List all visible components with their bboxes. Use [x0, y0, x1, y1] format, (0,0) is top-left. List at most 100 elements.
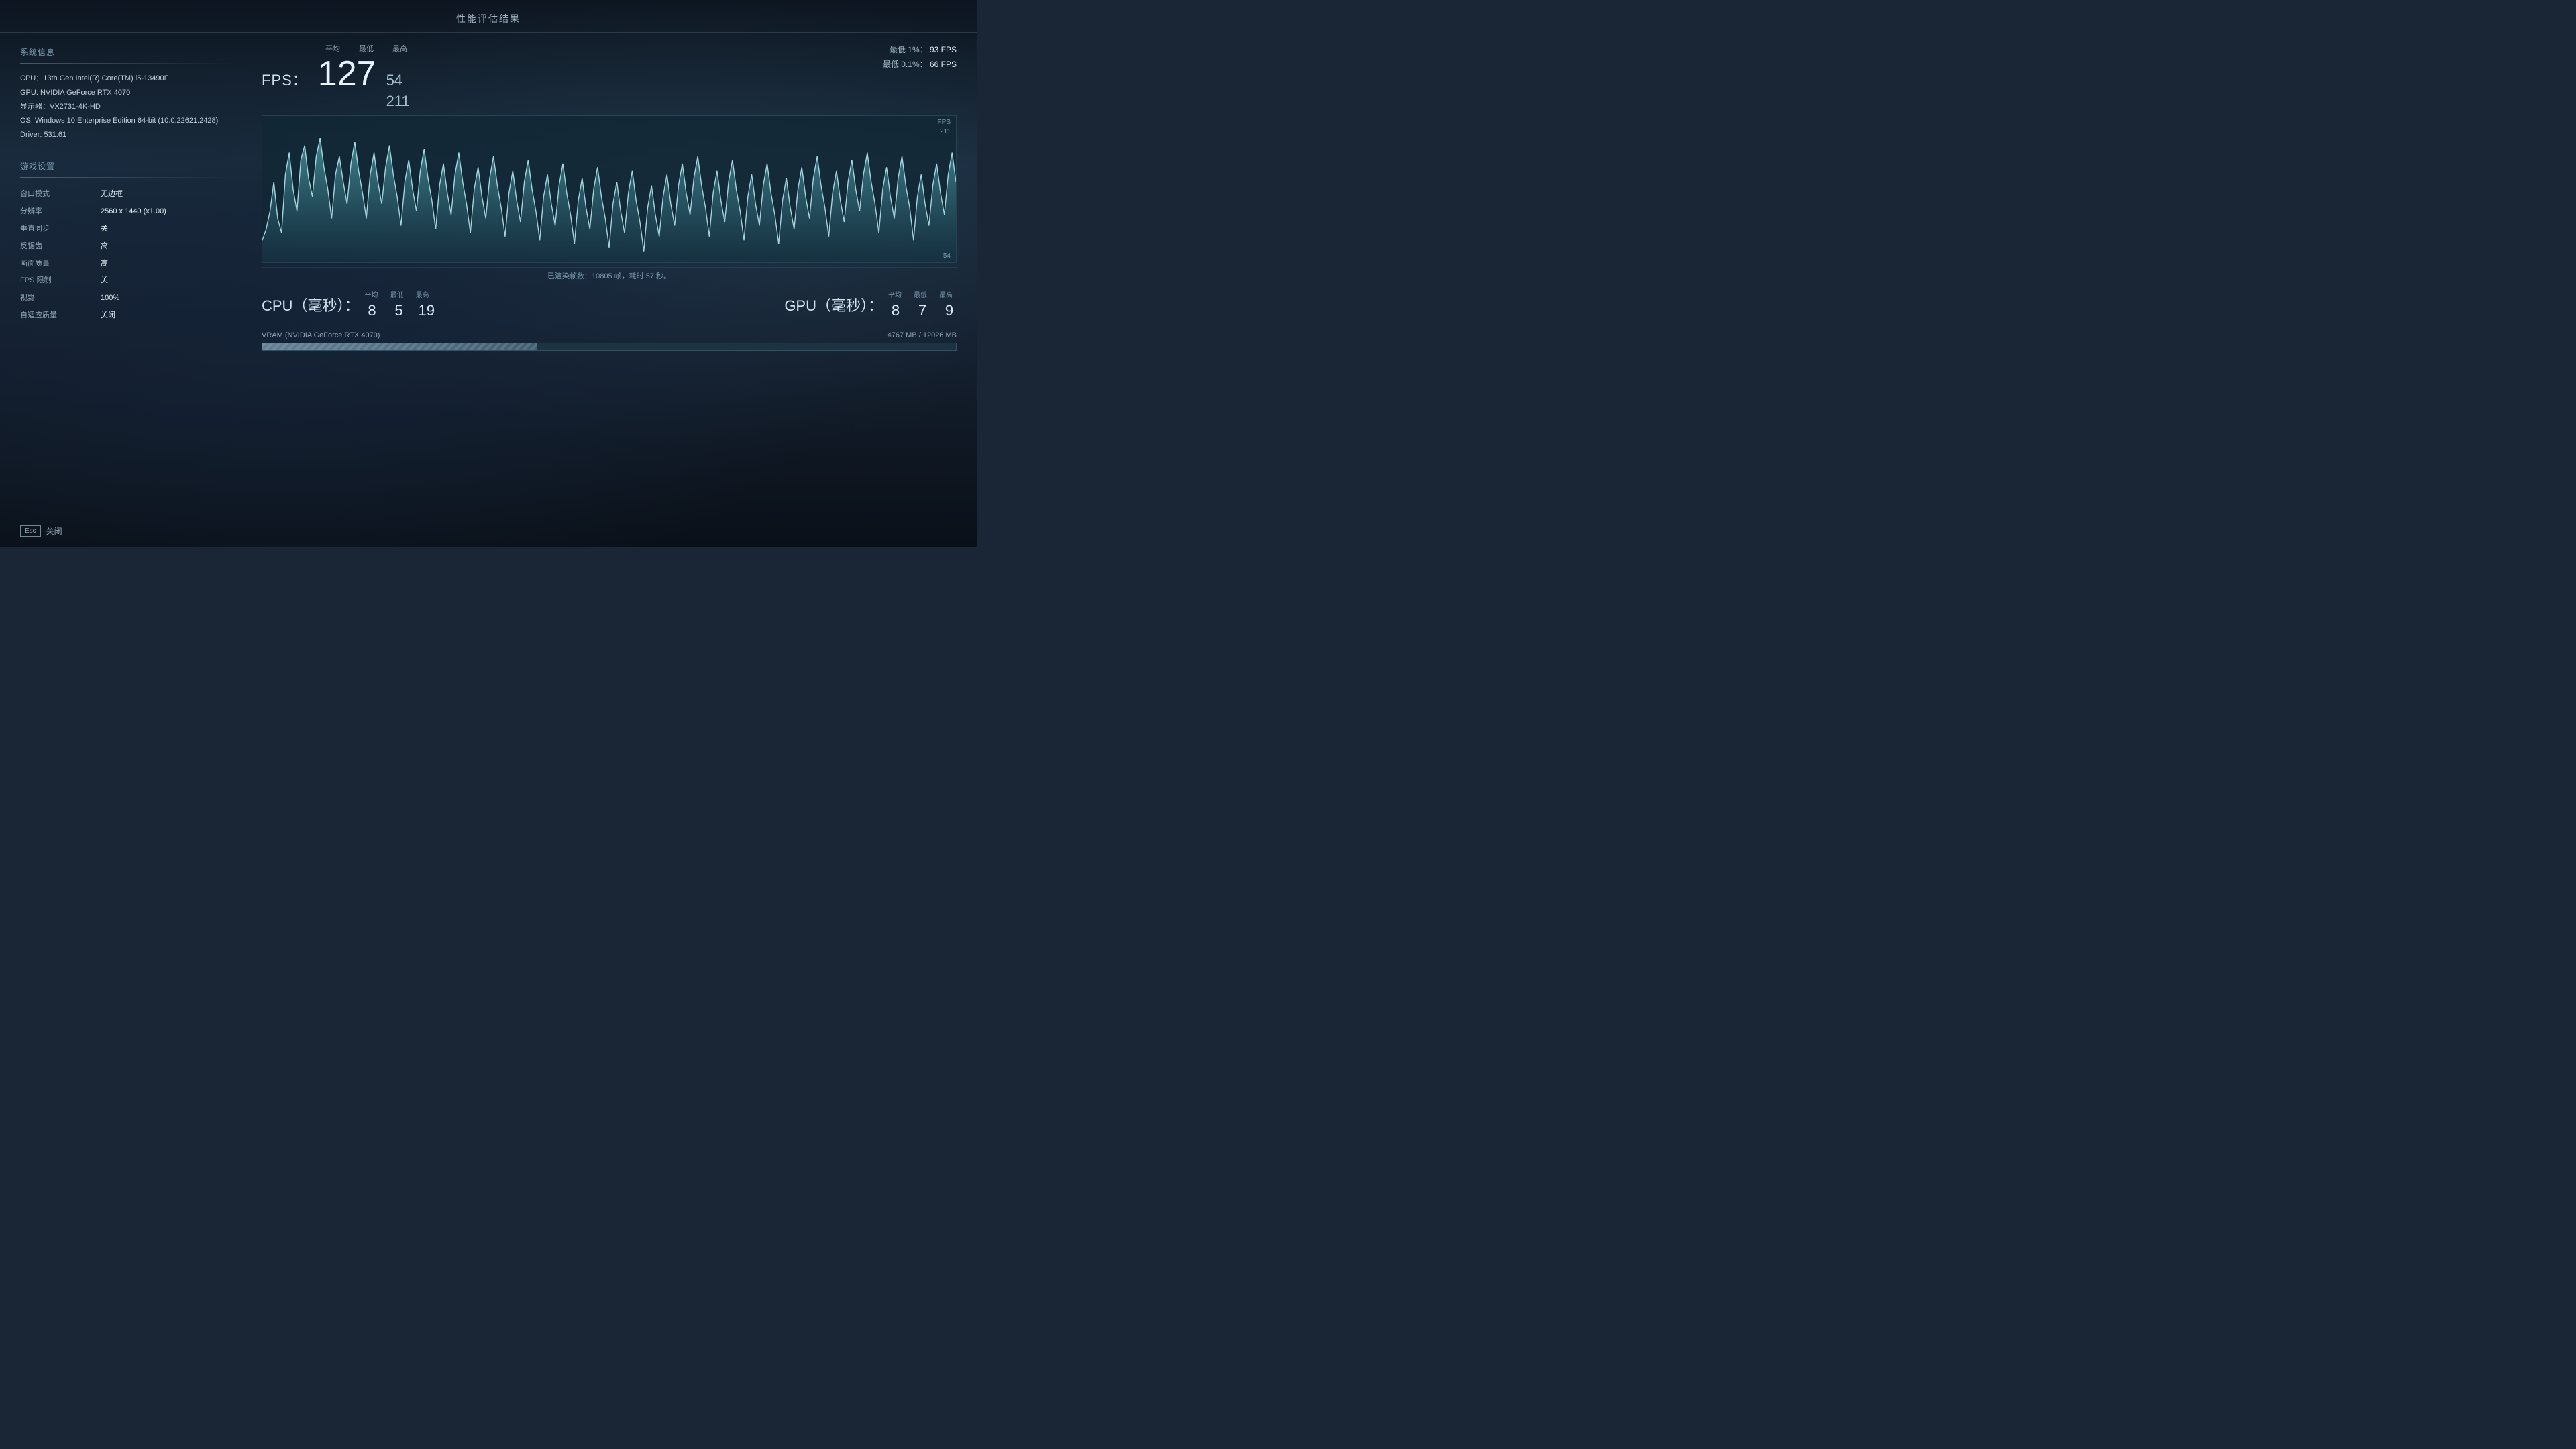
vram-label: VRAM (NVIDIA GeForce RTX 4070) — [262, 331, 380, 339]
cpu-header-row: 平均 最低 最高 — [364, 289, 434, 299]
fps-chart-svg — [262, 116, 956, 262]
cpu-max-val: 19 — [418, 302, 434, 319]
fps-avg-label: 平均 — [325, 43, 340, 54]
vram-total: 12026 MB — [923, 331, 957, 339]
cpu-stat-values: 平均 最低 最高 8 5 19 — [364, 289, 434, 319]
settings-row: 反锯齿高 — [20, 238, 235, 256]
gpu-avg-val: 8 — [888, 302, 903, 319]
gpu-max-label: 最高 — [939, 289, 953, 299]
settings-value: 高 — [101, 238, 235, 256]
settings-label: 画面质量 — [20, 256, 101, 273]
game-settings-section: 游戏设置 窗口模式无边框分辨率2560 x 1440 (x1.00)垂直同步关反… — [20, 160, 235, 324]
fps-main-group: 平均 最低 最高 FPS： 127 54 211 — [262, 43, 410, 110]
percentile-01-val: 66 FPS — [930, 60, 957, 69]
fps-stats-row: 平均 最低 最高 FPS： 127 54 211 — [262, 43, 957, 110]
cpu-avg-val: 8 — [364, 302, 379, 319]
system-info-title: 系统信息 — [20, 46, 235, 58]
settings-value: 高 — [101, 256, 235, 273]
settings-value: 关 — [101, 221, 235, 238]
main-layout: 系统信息 CPU：13th Gen Intel(R) Core(TM) i5-1… — [0, 33, 977, 547]
cpu-min-label: 最低 — [390, 289, 403, 299]
chart-fps-label: FPS — [938, 119, 951, 126]
gpu-vals-row: 8 7 9 — [888, 302, 957, 319]
gpu-min-label: 最低 — [914, 289, 927, 299]
settings-label: 分辨率 — [20, 203, 101, 221]
settings-table: 窗口模式无边框分辨率2560 x 1440 (x1.00)垂直同步关反锯齿高画面… — [20, 186, 235, 324]
gpu-header-row: 平均 最低 最高 — [888, 289, 957, 299]
divider-2 — [20, 177, 235, 178]
vram-bar — [262, 343, 957, 351]
right-panel: 平均 最低 最高 FPS： 127 54 211 — [255, 33, 977, 547]
cpu-stat-label: CPU（毫秒）： — [262, 294, 359, 315]
settings-label: 垂直同步 — [20, 221, 101, 238]
settings-row: 画面质量高 — [20, 256, 235, 273]
cpu-avg-label: 平均 — [364, 289, 378, 299]
vram-used: 4767 MB — [888, 331, 917, 339]
display-info: 显示器：VX2731-4K-HD — [20, 100, 235, 114]
settings-row: FPS 限制关 — [20, 272, 235, 290]
vram-values: 4767 MB / 12026 MB — [888, 331, 957, 339]
fps-max-label: 最高 — [392, 43, 407, 54]
fps-label: FPS： — [262, 68, 308, 90]
gpu-stat-label: GPU（毫秒）： — [784, 294, 883, 315]
fps-label-row: 平均 最低 最高 — [262, 43, 410, 54]
close-label: 关闭 — [46, 525, 62, 537]
settings-label: 反锯齿 — [20, 238, 101, 256]
percentile-1-label: 最低 1%： — [890, 45, 928, 54]
cpu-stat-group: CPU（毫秒）： 平均 最低 最高 8 5 19 — [262, 289, 435, 319]
cpu-info: CPU：13th Gen Intel(R) Core(TM) i5-13490F — [20, 72, 235, 86]
game-settings-title: 游戏设置 — [20, 160, 235, 172]
gpu-info: GPU: NVIDIA GeForce RTX 4070 — [20, 86, 235, 100]
percentile-01-line: 最低 0.1%： 66 FPS — [883, 58, 957, 72]
fps-percentile: 最低 1%： 93 FPS 最低 0.1%： 66 FPS — [883, 43, 957, 72]
chart-max-val: 211 — [940, 128, 951, 136]
fps-min-label: 最低 — [359, 43, 374, 54]
settings-row: 窗口模式无边框 — [20, 186, 235, 203]
settings-value: 100% — [101, 290, 235, 307]
settings-label: 自适应质量 — [20, 307, 101, 325]
settings-label: 窗口模式 — [20, 186, 101, 203]
fps-max-value: 211 — [386, 93, 410, 110]
gpu-max-val: 9 — [942, 302, 957, 319]
percentile-1-val: 93 FPS — [930, 45, 957, 54]
gpu-min-val: 7 — [915, 302, 930, 319]
chart-min-val: 54 — [943, 252, 951, 260]
esc-label: Esc — [25, 527, 36, 535]
vram-header: VRAM (NVIDIA GeForce RTX 4070) 4767 MB /… — [262, 331, 957, 339]
settings-label: 视野 — [20, 290, 101, 307]
vram-bar-fill — [262, 343, 537, 350]
settings-row: 垂直同步关 — [20, 221, 235, 238]
fps-min-max: 54 211 — [386, 72, 410, 110]
settings-row: 自适应质量关闭 — [20, 307, 235, 325]
driver-info: Driver: 531.61 — [20, 128, 235, 142]
bottom-stats: CPU（毫秒）： 平均 最低 最高 8 5 19 — [262, 284, 957, 325]
percentile-1-line: 最低 1%： 93 FPS — [883, 43, 957, 58]
settings-label: FPS 限制 — [20, 272, 101, 290]
gpu-stat-values: 平均 最低 最高 8 7 9 — [888, 289, 957, 319]
main-content: 性能评估结果 系统信息 CPU：13th Gen Intel(R) Core(T… — [0, 0, 977, 547]
settings-row: 视野100% — [20, 290, 235, 307]
vram-separator: / — [919, 331, 921, 339]
fps-min-value: 54 — [386, 72, 410, 89]
settings-value: 关 — [101, 272, 235, 290]
esc-section[interactable]: Esc 关闭 — [20, 525, 62, 537]
left-panel: 系统信息 CPU：13th Gen Intel(R) Core(TM) i5-1… — [0, 33, 255, 547]
settings-row: 分辨率2560 x 1440 (x1.00) — [20, 203, 235, 221]
vram-bar-stripes — [262, 343, 537, 350]
gpu-avg-label: 平均 — [888, 289, 902, 299]
header: 性能评估结果 — [0, 0, 977, 33]
divider-1 — [20, 63, 235, 64]
cpu-max-label: 最高 — [415, 289, 429, 299]
vram-section: VRAM (NVIDIA GeForce RTX 4070) 4767 MB /… — [262, 329, 957, 354]
rendered-frames-info: 已渲染帧数：10805 帧，耗时 57 秒。 — [262, 267, 957, 284]
cpu-vals-row: 8 5 19 — [364, 302, 434, 319]
fps-chart-container: FPS 211 54 — [262, 115, 957, 263]
gpu-stat-group: GPU（毫秒）： 平均 最低 最高 8 7 9 — [784, 289, 957, 319]
fps-avg-value: 127 — [318, 56, 376, 91]
settings-value: 关闭 — [101, 307, 235, 325]
cpu-min-val: 5 — [391, 302, 406, 319]
settings-value: 无边框 — [101, 186, 235, 203]
page-title: 性能评估结果 — [456, 13, 521, 24]
os-info: OS: Windows 10 Enterprise Edition 64-bit… — [20, 114, 235, 128]
percentile-01-label: 最低 0.1%： — [883, 60, 928, 69]
